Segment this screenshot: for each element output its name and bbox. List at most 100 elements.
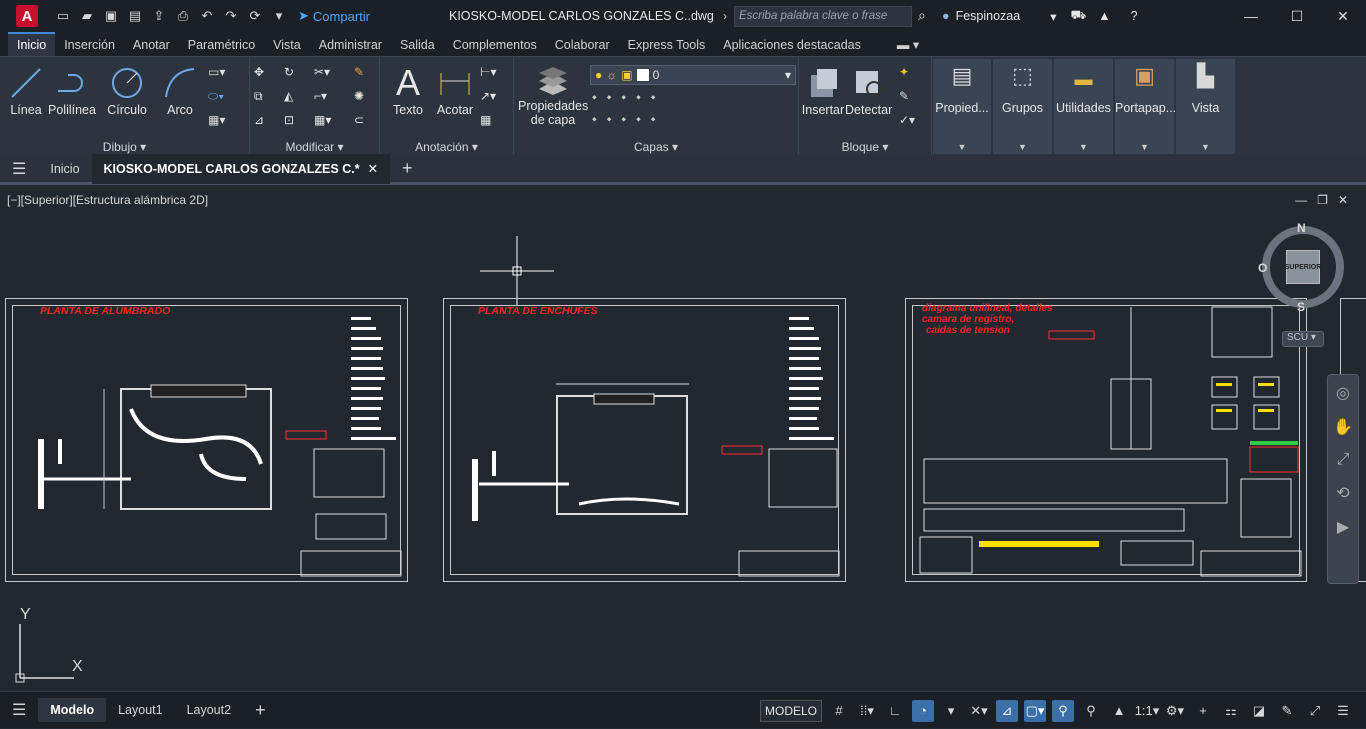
- tab-model[interactable]: Modelo: [38, 698, 107, 722]
- layer-isolate-icon[interactable]: ⬩: [592, 89, 597, 105]
- units-icon[interactable]: ⚏: [1220, 700, 1242, 722]
- ribbon-options-icon[interactable]: ▬ ▾: [888, 33, 928, 56]
- tab-vista[interactable]: Vista: [264, 34, 310, 56]
- save-as-icon[interactable]: ▤: [126, 7, 144, 25]
- hatch-icon[interactable]: ▦▾: [208, 113, 226, 131]
- fillet-icon[interactable]: ⌐▾: [314, 89, 332, 107]
- leader-icon[interactable]: ↗▾: [480, 89, 498, 107]
- autocad-logo[interactable]: A: [16, 5, 38, 27]
- layer-lock-icon[interactable]: ⬩: [636, 89, 641, 105]
- panel-capas-title[interactable]: Capas ▾: [514, 140, 798, 154]
- restore-viewport-icon[interactable]: ❐: [1317, 193, 1328, 207]
- view-group[interactable]: ▙ Vista ▼: [1176, 59, 1235, 154]
- steering-wheel-icon[interactable]: ◎: [1328, 383, 1358, 403]
- insert-button[interactable]: Insertar: [801, 63, 845, 117]
- dropdown-icon[interactable]: ▾: [270, 7, 288, 25]
- maximize-icon[interactable]: ☐: [1274, 0, 1320, 32]
- tab-administrar[interactable]: Administrar: [310, 34, 391, 56]
- layer-unlock-icon[interactable]: ⬩: [636, 111, 641, 127]
- orbit-icon[interactable]: ⟲: [1328, 483, 1358, 503]
- mirror-icon[interactable]: ◭: [284, 89, 302, 107]
- layer-dropdown[interactable]: ● ☼ ▣ 0 ▾: [590, 65, 796, 85]
- sheet-alumbrado[interactable]: PLANTA DE ALUMBRADO: [5, 298, 408, 582]
- attribute-icon[interactable]: ✓▾: [899, 113, 917, 131]
- tab-current-drawing[interactable]: KIOSKO-MODEL CARLOS GONZALZES C.* ✕: [91, 153, 391, 184]
- transmit-icon[interactable]: ⟳: [246, 7, 264, 25]
- layer-properties-button[interactable]: Propiedades de capa: [518, 63, 588, 127]
- isodraft-icon[interactable]: ▾: [940, 700, 962, 722]
- minimize-icon[interactable]: —: [1228, 0, 1274, 32]
- customize-icon[interactable]: ☰: [1332, 700, 1354, 722]
- rectangle-icon[interactable]: ▭▾: [208, 65, 226, 83]
- share-button[interactable]: ➤ Compartir: [298, 8, 370, 24]
- close-viewport-icon[interactable]: ✕: [1338, 193, 1348, 207]
- tab-anotar[interactable]: Anotar: [124, 34, 179, 56]
- layer-copy-icon[interactable]: ⬩: [651, 89, 656, 105]
- annotation-auto-icon[interactable]: ▲: [1108, 700, 1130, 722]
- compass-south[interactable]: S: [1297, 300, 1305, 314]
- text-button[interactable]: A Texto: [388, 62, 428, 117]
- clipboard-group[interactable]: ▣ Portapap... ▼: [1115, 59, 1176, 154]
- help-icon[interactable]: ?: [1131, 9, 1138, 23]
- cart-icon[interactable]: ⛟: [1070, 8, 1086, 24]
- menu-icon[interactable]: ☰: [0, 159, 38, 179]
- tab-express-tools[interactable]: Express Tools: [619, 34, 715, 56]
- edit-block-icon[interactable]: ✎: [899, 89, 917, 107]
- snap-icon[interactable]: ⁞⁞▾: [856, 700, 878, 722]
- arc-button[interactable]: Arco: [158, 63, 202, 117]
- table-icon[interactable]: ▦: [480, 113, 498, 131]
- ucs-dropdown[interactable]: SCU ▾: [1282, 331, 1324, 347]
- user-menu[interactable]: ● Fespinozaa ▾ ⛟ ▲ ?: [942, 8, 1138, 24]
- dimension-button[interactable]: Acotar: [432, 63, 478, 117]
- tab-aplicaciones[interactable]: Aplicaciones destacadas: [714, 34, 870, 56]
- layer-previous-icon[interactable]: ⬩: [607, 111, 612, 127]
- zoom-extents-icon[interactable]: ⤢: [1328, 451, 1358, 469]
- scale-icon[interactable]: ⊡: [284, 113, 302, 131]
- explode-icon[interactable]: ✺: [354, 89, 372, 107]
- layout-menu-icon[interactable]: ☰: [0, 698, 38, 722]
- tab-layout2[interactable]: Layout2: [175, 698, 243, 722]
- tab-salida[interactable]: Salida: [391, 34, 444, 56]
- print-icon[interactable]: ⎙: [174, 7, 192, 25]
- isolate-objects-icon[interactable]: ✎: [1276, 700, 1298, 722]
- annotation-visibility-icon[interactable]: ⚲: [1052, 699, 1074, 722]
- array-icon[interactable]: ▦▾: [314, 113, 332, 131]
- sheet-unilineal[interactable]: diagrama unilineal, detalles camara de r…: [905, 298, 1307, 582]
- tab-complementos[interactable]: Complementos: [444, 34, 546, 56]
- panel-modificar-title[interactable]: Modificar ▾: [250, 140, 379, 154]
- trim-icon[interactable]: ✂▾: [314, 65, 332, 83]
- pan-icon[interactable]: ✋: [1328, 417, 1358, 437]
- new-tab-icon[interactable]: +: [390, 158, 425, 179]
- utilities-group[interactable]: ▬ Utilidades ▼: [1054, 59, 1113, 154]
- close-icon[interactable]: ✕: [1320, 0, 1366, 32]
- stretch-icon[interactable]: ⊿: [254, 113, 272, 131]
- polar-icon[interactable]: ◔: [912, 699, 934, 722]
- grid-icon[interactable]: #: [828, 700, 850, 722]
- tab-colaborar[interactable]: Colaborar: [546, 34, 619, 56]
- layer-off-icon[interactable]: ⬩: [592, 111, 597, 127]
- ortho-icon[interactable]: ∟: [884, 700, 906, 722]
- search-icon[interactable]: ⌕: [918, 7, 926, 24]
- polyline-button[interactable]: Polilínea: [48, 63, 96, 117]
- scale-dropdown[interactable]: 1:1 ▾: [1135, 700, 1160, 722]
- autodesk-icon[interactable]: ▲: [1098, 9, 1110, 23]
- line-button[interactable]: Línea: [6, 63, 46, 117]
- sheet-enchufes[interactable]: PLANTA DE ENCHUFES: [443, 298, 846, 582]
- minimize-viewport-icon[interactable]: —: [1295, 193, 1307, 207]
- create-block-icon[interactable]: ✦: [899, 65, 917, 83]
- annotation-scale-icon[interactable]: ⚲: [1080, 700, 1102, 722]
- tab-home[interactable]: Inicio: [38, 162, 91, 176]
- panel-bloque-title[interactable]: Bloque ▾: [799, 140, 931, 154]
- add-layout-icon[interactable]: +: [243, 698, 278, 722]
- compass-west[interactable]: O: [1258, 261, 1267, 275]
- layer-freeze-icon[interactable]: ⬩: [621, 89, 626, 105]
- lineweight-icon[interactable]: ▢▾: [1024, 699, 1046, 722]
- circle-button[interactable]: Círculo: [104, 63, 150, 117]
- upload-icon[interactable]: ⇪: [150, 7, 168, 25]
- panel-dibujo-title[interactable]: Dibujo ▾: [0, 140, 249, 154]
- close-tab-icon[interactable]: ✕: [368, 161, 378, 176]
- viewport-label[interactable]: [−][Superior][Estructura alámbrica 2D]: [7, 193, 208, 207]
- model-space-button[interactable]: MODELO: [759, 699, 822, 722]
- detect-button[interactable]: Detectar: [845, 63, 892, 117]
- compass-north[interactable]: N: [1297, 221, 1306, 235]
